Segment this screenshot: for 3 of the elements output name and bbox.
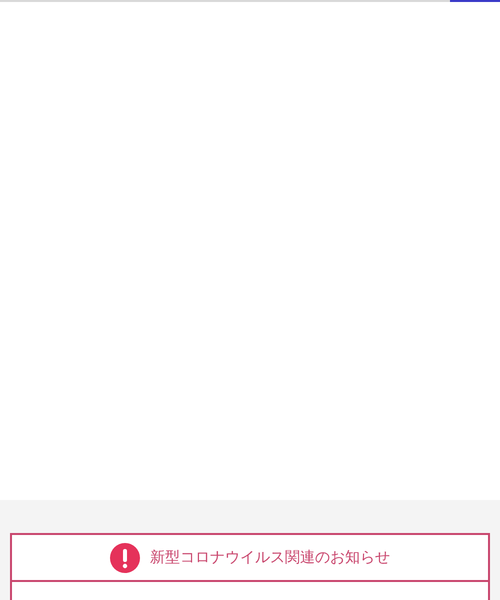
exclamation-icon bbox=[110, 542, 140, 572]
notice-title[interactable]: 新型コロナウイルス関連のお知らせ bbox=[150, 548, 390, 567]
tab-indicator bbox=[450, 0, 500, 2]
